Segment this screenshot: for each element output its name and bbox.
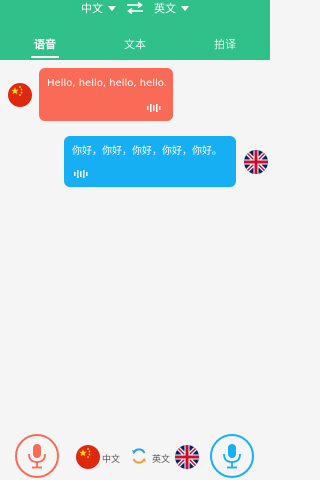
english-mic-button[interactable] [210,434,254,478]
chevron-down-icon [108,5,116,11]
source-language-label: 中文 [81,2,103,15]
tab-photo-label: 拍译 [214,38,236,51]
target-language-label: 英文 [154,2,176,15]
uk-flag-icon [244,150,268,174]
tab-photo[interactable]: 拍译 [180,32,270,58]
message-text: Hello, hello, hello, hello. [47,78,167,89]
swap-languages-icon[interactable] [130,447,148,465]
chinese-mic-button[interactable] [15,434,59,478]
microphone-icon [223,444,241,469]
chevron-down-icon [181,5,189,11]
message-bubble-left[interactable]: Hello, hello, hello, hello. [39,68,173,121]
bottom-source-language-label: 中文 [102,455,121,465]
message-text: 你好，你好，你好，你好，你好。 [72,146,222,157]
china-flag-icon [76,445,100,469]
tab-text-label: 文本 [124,38,146,51]
uk-flag-icon [175,445,199,469]
bottom-target-language-label: 英文 [152,455,171,465]
audio-wave-icon[interactable] [147,104,163,115]
china-flag-icon [8,83,32,107]
active-tab-indicator [31,56,59,58]
app-header: 中文 英文 语音 文本 拍译 [0,0,270,60]
tab-voice[interactable]: 语音 [0,32,90,58]
tab-text[interactable]: 文本 [90,32,180,58]
audio-wave-icon[interactable] [74,170,90,181]
language-bar: 中文 英文 [0,0,270,16]
source-language-selector[interactable]: 中文 [81,0,116,16]
microphone-icon [28,444,46,469]
tab-voice-label: 语音 [34,38,56,51]
message-bubble-right[interactable]: 你好，你好，你好，你好，你好。 [64,136,236,187]
swap-arrows-icon[interactable] [126,2,144,14]
target-language-selector[interactable]: 英文 [154,0,189,16]
mode-tabs: 语音 文本 拍译 [0,32,270,58]
